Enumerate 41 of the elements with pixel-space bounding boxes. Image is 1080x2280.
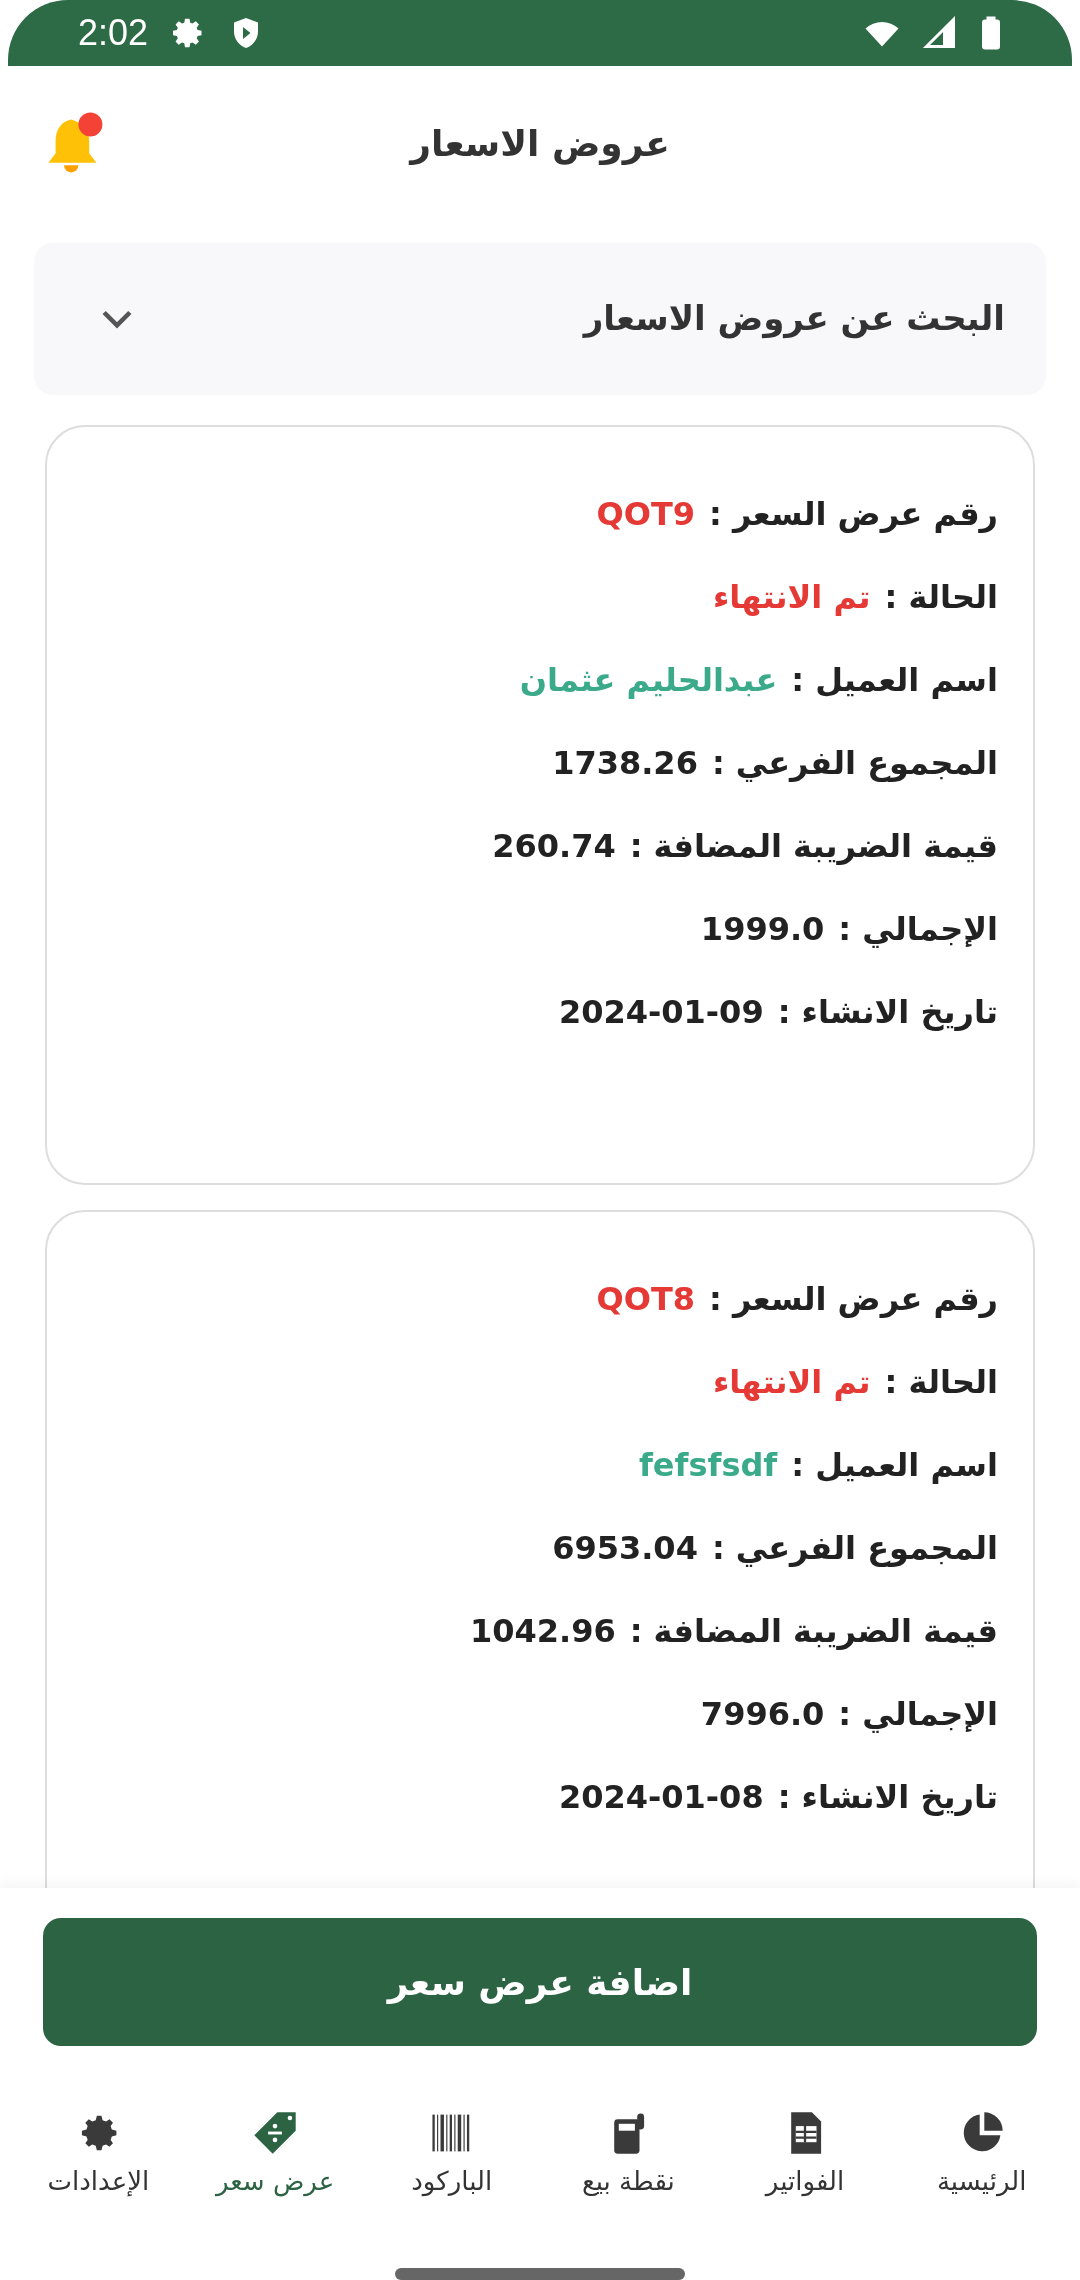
field-value: 260.74 — [492, 826, 616, 865]
field-value: fefsfsdf — [638, 1445, 778, 1484]
signal-icon — [922, 15, 958, 51]
price-tag-icon — [252, 2110, 299, 2156]
field-value: تم الانتهاء — [712, 577, 871, 616]
field-value: 1999.0 — [700, 909, 825, 948]
field-value: QOT8 — [596, 1279, 695, 1318]
field-label: تاريخ الانشاء : — [777, 992, 998, 1031]
field-value: 2024-01-09 — [558, 992, 764, 1031]
field-label: قيمة الضريبة المضافة : — [629, 826, 998, 865]
page-title: عروض الاسعار — [410, 123, 670, 164]
field-label: اسم العميل : — [791, 660, 998, 699]
field-label: الإجمالي : — [838, 1694, 998, 1733]
field-label: المجموع الفرعي : — [711, 743, 998, 782]
field-value: تم الانتهاء — [712, 1362, 871, 1401]
field-value: 7996.0 — [700, 1694, 825, 1733]
status-time: 2:02 — [78, 12, 149, 54]
field-label: اسم العميل : — [791, 1445, 998, 1484]
field-value: QOT9 — [596, 494, 695, 533]
field-label: رقم عرض السعر : — [709, 494, 998, 533]
add-quote-button[interactable]: اضافة عرض سعر — [43, 1918, 1037, 2046]
field-label: الحالة : — [884, 1362, 998, 1401]
nav-tab[interactable]: الرئيسية — [901, 2110, 1062, 2230]
nav-tab[interactable]: الباركود — [371, 2110, 532, 2230]
field-label: رقم عرض السعر : — [709, 1279, 998, 1318]
field-label: الحالة : — [884, 577, 998, 616]
nav-tab[interactable]: الإعدادات — [18, 2110, 179, 2230]
field-label: المجموع الفرعي : — [711, 1528, 998, 1567]
field-label: قيمة الضريبة المضافة : — [629, 1611, 998, 1650]
field-value: 1042.96 — [469, 1611, 616, 1650]
field-value: عبدالحليم عثمان — [519, 660, 778, 699]
field-value: 6953.04 — [552, 1528, 698, 1567]
field-label: تاريخ الانشاء : — [777, 1777, 998, 1816]
nav-tab[interactable]: الفواتير — [725, 2110, 885, 2230]
nav-tab[interactable]: نقطة بيع — [548, 2110, 709, 2230]
nav-tab[interactable]: عرض سعر — [195, 2110, 356, 2230]
field-value: 2024-01-08 — [558, 1777, 764, 1816]
search-dropdown[interactable]: البحث عن عروض الاسعار — [35, 243, 1045, 393]
battery-icon — [980, 15, 1002, 51]
field-label: الإجمالي : — [838, 909, 998, 948]
field-value: 1738.26 — [552, 743, 698, 782]
